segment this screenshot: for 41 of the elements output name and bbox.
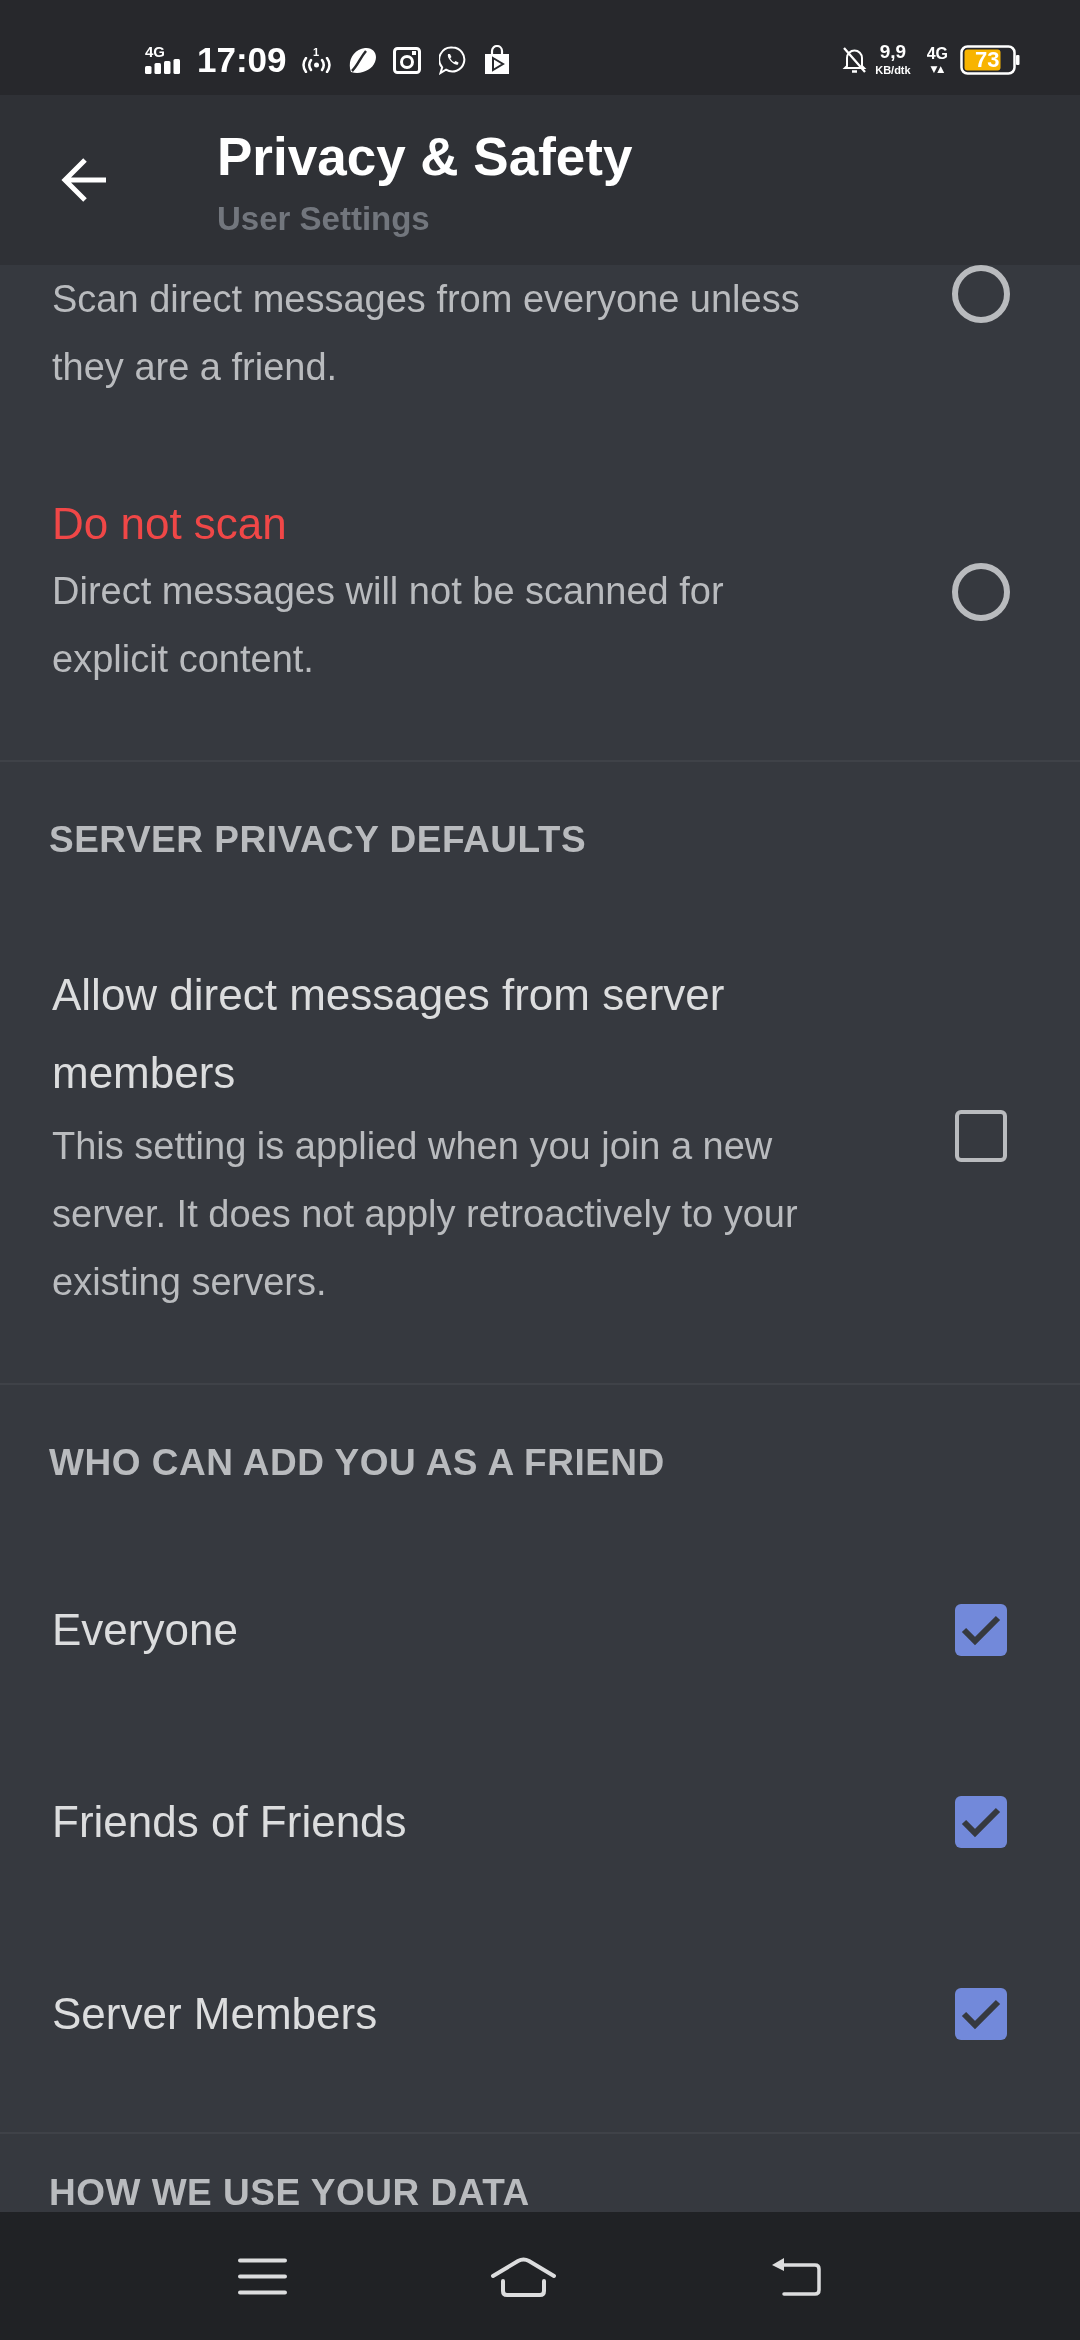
checkbox[interactable]: [955, 1796, 1007, 1848]
hotspot-count: 1: [312, 47, 320, 57]
checkmark-icon: [961, 1998, 1001, 2030]
section-heading: SERVER PRIVACY DEFAULTS: [49, 818, 587, 862]
option-label: Server Members: [52, 1988, 378, 2040]
shopping-bag-play-icon: [483, 45, 510, 75]
option-description: This setting is applied when you join a new server. It does not apply retroactively to your existing servers.: [52, 1124, 799, 1305]
network-type-label: 4G: [145, 46, 165, 58]
option-label: Allow direct messages from server members: [52, 969, 726, 1099]
radio-button[interactable]: [952, 265, 1010, 323]
option-label: Friends of Friends: [52, 1796, 407, 1848]
home-icon[interactable]: [490, 2255, 557, 2297]
section-heading: WHO CAN ADD YOU AS A FRIEND: [49, 1441, 665, 1485]
option-description: Scan direct messages from everyone unless they are a friend.: [52, 277, 801, 390]
camera-icon: [392, 46, 421, 74]
page-subtitle: User Settings: [217, 199, 431, 239]
option-label: Do not scan: [52, 498, 287, 550]
bell-off-icon: [842, 46, 868, 74]
chat-bubble-phone-icon: [438, 45, 466, 75]
checkmark-icon: [961, 1614, 1001, 1646]
option-label: Everyone: [52, 1604, 238, 1656]
checkbox[interactable]: [955, 1604, 1007, 1656]
radio-button[interactable]: [952, 563, 1010, 621]
hotspot-icon: [300, 57, 332, 73]
option-description: Direct messages will not be scanned for explicit content.: [52, 569, 725, 682]
data-activity-arrows: ▼▲: [930, 63, 945, 74]
battery-icon: [960, 45, 1020, 75]
back-icon[interactable]: [772, 2256, 821, 2296]
speed-unit: KB/dtk: [875, 65, 911, 76]
menu-icon[interactable]: [238, 2257, 287, 2295]
back-arrow-icon[interactable]: [60, 157, 108, 203]
page-title: Privacy & Safety: [217, 126, 633, 188]
signal-icon: [145, 59, 180, 74]
speed-value: 9,9: [879, 44, 907, 60]
checkbox[interactable]: [955, 1988, 1007, 2040]
data-network-label: 4G: [926, 46, 948, 61]
checkmark-icon: [961, 1806, 1001, 1838]
clock-time: 17:09: [197, 45, 287, 75]
section-heading: HOW WE USE YOUR DATA: [49, 2174, 530, 2212]
checkbox[interactable]: [955, 1110, 1007, 1162]
battery-percent: 73: [975, 48, 1000, 72]
